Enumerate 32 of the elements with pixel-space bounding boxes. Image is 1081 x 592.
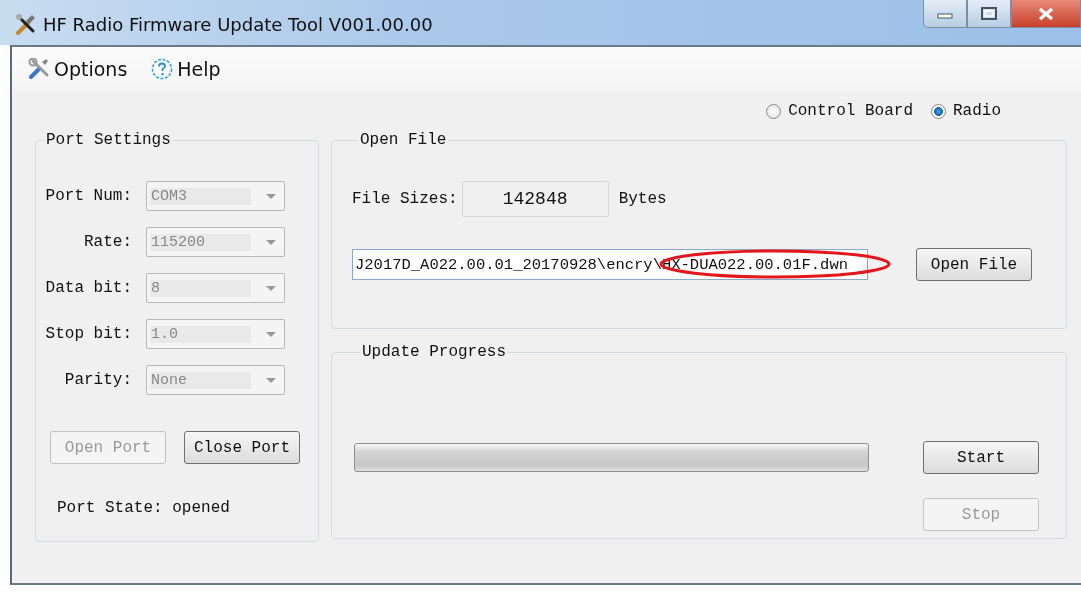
help-icon (151, 58, 174, 80)
maximize-button[interactable] (967, 0, 1011, 28)
close-icon (1038, 6, 1054, 21)
caret-icon (266, 377, 276, 383)
caret-icon (266, 331, 276, 337)
group-title: Update Progress (361, 343, 508, 361)
close-button[interactable] (1011, 0, 1081, 28)
radio-button[interactable]: Radio (931, 102, 1001, 120)
field-label: Stop bit: (44, 325, 133, 343)
menu-item[interactable]: Help (151, 58, 221, 80)
window-title: HF Radio Firmware Update Tool V001.00.00 (43, 13, 433, 35)
group-title: Open File (359, 131, 448, 149)
status-text: Port State: opened (57, 499, 231, 517)
field-label: Rate: (83, 233, 133, 251)
menu-item[interactable]: Options (28, 58, 128, 80)
caret-icon (266, 239, 276, 245)
tools-icon (14, 13, 36, 35)
caret-icon (266, 285, 276, 291)
unit-label: Bytes (618, 190, 667, 208)
size-field: 142848 (461, 181, 609, 217)
field-label: File Sizes: (352, 190, 458, 208)
field-label: Parity: (63, 371, 133, 389)
radio-button[interactable]: Control Board (766, 102, 913, 120)
button[interactable]: Start (923, 441, 1039, 474)
group-title: Port Settings (45, 131, 172, 149)
field-label: Data bit: (44, 279, 133, 297)
maximize-icon (981, 7, 997, 20)
tools-icon (28, 58, 50, 80)
field-label: Port Num: (44, 187, 133, 205)
caret-icon (266, 193, 276, 199)
button[interactable]: Close Port (184, 431, 300, 464)
button[interactable]: Open File (916, 248, 1032, 281)
